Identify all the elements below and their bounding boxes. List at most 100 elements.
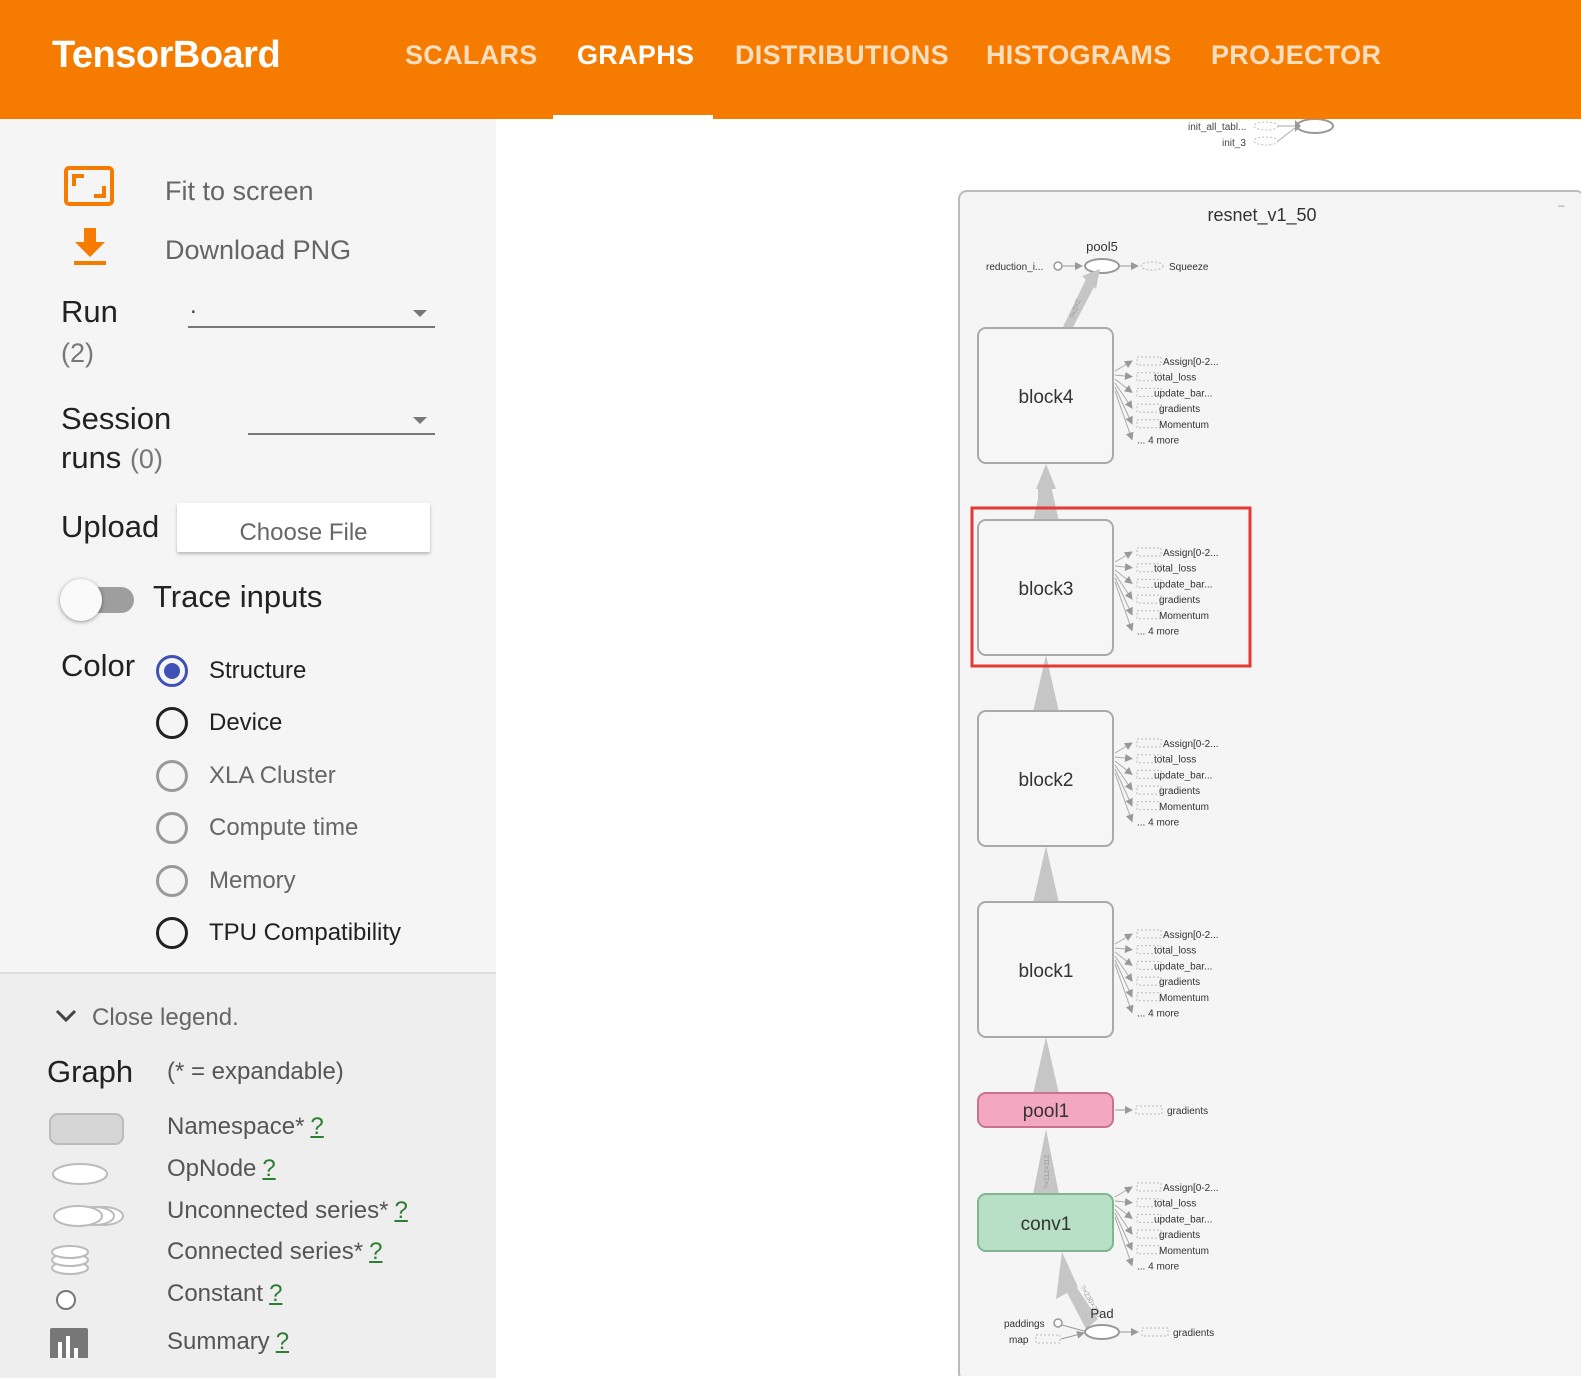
namespace-collapse-icon[interactable]: – — [1558, 198, 1565, 212]
session-runs-label: runs (0) — [61, 440, 163, 476]
radio-compute-time-label: Compute time — [209, 814, 359, 841]
pad-gradients-label: gradients — [1173, 1328, 1214, 1339]
session-label: Session — [61, 401, 172, 436]
opnode-help-link[interactable]: ? — [262, 1155, 275, 1182]
graph-canvas[interactable]: init_all_tabl... init_3 resnet_v1_50 – p… — [496, 118, 1581, 1381]
side-output-label: update_bar... — [1154, 1214, 1212, 1225]
paddings-label: paddings — [1004, 1319, 1045, 1330]
session-runs-dropdown[interactable] — [248, 405, 435, 435]
radio-device[interactable] — [156, 707, 188, 739]
choose-file-button[interactable]: Choose File — [177, 503, 430, 552]
side-output-label: total_loss — [1154, 755, 1196, 766]
chevron-down-icon[interactable] — [55, 1008, 77, 1024]
init-all-tables-label: init_all_tabl... — [1188, 122, 1246, 133]
legend-summary: Summary? — [167, 1328, 289, 1356]
edge-label-conv1: ?×112×112 — [1044, 1155, 1051, 1189]
close-legend-button[interactable]: Close legend. — [92, 1004, 239, 1032]
block4-node[interactable]: block4 — [977, 327, 1114, 464]
legend-namespace-label: Namespace* — [167, 1113, 305, 1140]
legend-constant-label: Constant — [167, 1280, 264, 1307]
chevron-down-icon — [413, 417, 427, 424]
namespace-help-link[interactable]: ? — [310, 1113, 323, 1140]
radio-structure-label: Structure — [209, 657, 307, 684]
legend-connected-series-label: Connected series* — [167, 1238, 364, 1265]
graph-svg[interactable]: init_all_tabl... init_3 resnet_v1_50 – p… — [496, 118, 1581, 1381]
summary-icon — [50, 1328, 88, 1358]
legend-unconnected-series-label: Unconnected series* — [167, 1197, 389, 1224]
legend-graph-title: Graph — [47, 1054, 134, 1089]
legend-unconnected-series: Unconnected series*? — [167, 1197, 408, 1225]
app-title: TensorBoard — [52, 34, 281, 76]
constant-help-link[interactable]: ? — [269, 1280, 282, 1307]
conv1-node[interactable]: conv1 — [977, 1193, 1114, 1252]
run-count: (2) — [61, 338, 94, 368]
connected-series-help-link[interactable]: ? — [369, 1238, 382, 1265]
side-output-label: Assign[0-2... — [1163, 1183, 1219, 1194]
block3-node[interactable]: block3 — [977, 519, 1114, 656]
side-output-label: update_bar... — [1154, 388, 1212, 399]
block2-label: block2 — [1019, 770, 1074, 791]
legend-summary-label: Summary — [167, 1328, 270, 1355]
legend-connected-series: Connected series*? — [167, 1238, 382, 1266]
connected-series-icon — [51, 1245, 89, 1275]
block1-node[interactable]: block1 — [977, 901, 1114, 1038]
side-output-label: Momentum — [1159, 420, 1209, 431]
init-nodes[interactable]: init_all_tabl... init_3 — [1188, 118, 1334, 149]
radio-memory[interactable] — [156, 865, 188, 897]
side-output-label: Momentum — [1159, 611, 1209, 622]
fit-to-screen-button[interactable]: Fit to screen — [165, 176, 314, 207]
init-3-label: init_3 — [1222, 138, 1246, 149]
pool1-label: pool1 — [1023, 1101, 1070, 1122]
tab-distributions[interactable]: DISTRIBUTIONS — [735, 40, 949, 71]
side-output-label: gradients — [1159, 1230, 1200, 1241]
color-label: Color — [61, 648, 136, 683]
top-app-bar: TensorBoard SCALARS GRAPHS DISTRIBUTIONS… — [0, 0, 1581, 119]
side-output-label: update_bar... — [1154, 579, 1212, 590]
side-output-label: update_bar... — [1154, 961, 1212, 972]
radio-device-label: Device — [209, 709, 283, 736]
side-output-label: ... 4 more — [1137, 627, 1180, 638]
legend-icons — [49, 1113, 124, 1358]
run-value: . — [190, 292, 197, 319]
side-output-label: ... 4 more — [1137, 818, 1180, 829]
side-output-label: gradients — [1159, 977, 1200, 988]
tab-graphs[interactable]: GRAPHS — [577, 40, 694, 71]
unconnected-series-help-link[interactable]: ? — [394, 1197, 407, 1224]
download-icon[interactable] — [72, 226, 108, 266]
legend-opnode-label: OpNode — [167, 1155, 257, 1182]
legend-namespace: Namespace*? — [167, 1113, 324, 1141]
tab-scalars[interactable]: SCALARS — [405, 40, 538, 71]
side-output-label: gradients — [1159, 786, 1200, 797]
reduction-indices-label: reduction_i... — [986, 262, 1043, 273]
radio-tpu-compatibility[interactable] — [156, 917, 188, 949]
trace-inputs-toggle-knob[interactable] — [60, 579, 102, 621]
pool5-label: pool5 — [1086, 239, 1118, 254]
tab-histograms[interactable]: HISTOGRAMS — [986, 40, 1172, 71]
radio-compute-time[interactable] — [156, 812, 188, 844]
block4-label: block4 — [1019, 387, 1074, 408]
summary-help-link[interactable]: ? — [276, 1328, 289, 1355]
opnode-icon — [52, 1163, 108, 1185]
tab-projector[interactable]: PROJECTOR — [1211, 40, 1381, 71]
namespace-icon — [49, 1113, 124, 1145]
side-output-label: Momentum — [1159, 802, 1209, 813]
map-label: map — [1009, 1335, 1029, 1346]
side-output-label: Assign[0-2... — [1163, 357, 1219, 368]
side-output-label: ... 4 more — [1137, 436, 1180, 447]
session-runs-text: runs — [61, 440, 122, 475]
pool1-gradients-label: gradients — [1167, 1106, 1208, 1117]
radio-structure[interactable] — [156, 655, 188, 687]
side-output-label: total_loss — [1154, 373, 1196, 384]
upload-label: Upload — [61, 509, 160, 544]
block2-node[interactable]: block2 — [977, 710, 1114, 847]
radio-xla-cluster[interactable] — [156, 760, 188, 792]
side-output-label: total_loss — [1154, 1199, 1196, 1210]
run-dropdown[interactable]: . — [188, 292, 435, 328]
fit-to-screen-icon[interactable] — [64, 166, 116, 208]
download-png-button[interactable]: Download PNG — [165, 235, 351, 266]
chevron-down-icon — [413, 310, 427, 317]
side-output-label: Assign[0-2... — [1163, 930, 1219, 941]
side-output-label: Momentum — [1159, 993, 1209, 1004]
side-output-label: gradients — [1159, 595, 1200, 606]
side-output-label: total_loss — [1154, 946, 1196, 957]
